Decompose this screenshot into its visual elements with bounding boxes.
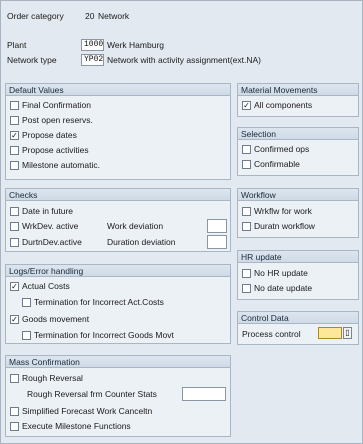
workflow-group: Workflow Wrkflw for work Duratn workflow (237, 188, 359, 238)
control-data-title: Control Data (238, 312, 358, 324)
plant-label: Plant (7, 40, 27, 50)
network-type-name: Network with activity assignment(ext.NA) (107, 55, 261, 65)
no-hr-update-checkbox[interactable] (242, 269, 251, 278)
no-hr-update-label: No HR update (254, 268, 308, 278)
wrkdev-active-label: WrkDev. active (22, 221, 79, 231)
date-in-future-checkbox[interactable] (10, 207, 19, 216)
selection-group: Selection Confirmed ops Confirmable (237, 127, 359, 176)
order-category-code: 20 (85, 11, 95, 21)
termination-goods-movt-checkbox[interactable] (22, 331, 31, 340)
propose-activities-label: Propose activities (22, 145, 89, 155)
plant-field[interactable]: 1000 (81, 39, 104, 51)
duration-deviation-field[interactable] (207, 235, 227, 249)
duratn-workflow-label: Duratn workflow (254, 221, 315, 231)
confirmed-ops-label: Confirmed ops (254, 144, 310, 154)
work-deviation-field[interactable] (207, 219, 227, 233)
network-type-label: Network type (7, 55, 57, 65)
network-type-field[interactable]: YP02 (81, 54, 104, 66)
confirmed-ops-checkbox[interactable] (242, 145, 251, 154)
actual-costs-checkbox[interactable]: ✓ (10, 282, 19, 291)
no-date-update-checkbox[interactable] (242, 284, 251, 293)
goods-movement-checkbox[interactable]: ✓ (10, 315, 19, 324)
simplified-forecast-checkbox[interactable] (10, 407, 19, 416)
termination-goods-movt-label: Termination for Incorrect Goods Movt (34, 330, 174, 340)
post-open-reservs-checkbox[interactable] (10, 116, 19, 125)
search-help-icon[interactable]: ▯ (343, 327, 352, 339)
final-confirmation-label: Final Confirmation (22, 100, 91, 110)
material-movements-title: Material Movements (238, 84, 358, 96)
execute-milestone-label: Execute Milestone Functions (22, 421, 131, 431)
rough-reversal-stats-label: Rough Reversal frm Counter Stats (27, 389, 157, 399)
date-in-future-label: Date in future (22, 206, 74, 216)
process-control-label: Process control (242, 329, 301, 339)
duration-deviation-label: Duration deviation (107, 237, 176, 247)
checks-title: Checks (6, 189, 230, 201)
mass-confirmation-title: Mass Confirmation (6, 356, 230, 368)
rough-reversal-stats-field[interactable] (182, 387, 226, 401)
simplified-forecast-label: Simplified Forecast Work Canceltn (22, 406, 153, 416)
work-deviation-label: Work deviation (107, 221, 164, 231)
durtndev-active-label: DurtnDev.active (22, 237, 82, 247)
window: Order category 20 Network Plant 1000 Wer… (0, 0, 363, 444)
all-components-label: All components (254, 100, 313, 110)
material-movements-group: Material Movements ✓ All components (237, 83, 359, 117)
default-values-group: Default Values Final Confirmation Post o… (5, 83, 231, 180)
default-values-title: Default Values (6, 84, 230, 96)
confirmable-label: Confirmable (254, 159, 300, 169)
wrkflw-for-work-checkbox[interactable] (242, 207, 251, 216)
duratn-workflow-checkbox[interactable] (242, 222, 251, 231)
final-confirmation-checkbox[interactable] (10, 101, 19, 110)
plant-name: Werk Hamburg (107, 40, 164, 50)
milestone-automatic-label: Milestone automatic. (22, 160, 100, 170)
propose-dates-label: Propose dates (22, 130, 77, 140)
propose-dates-checkbox[interactable]: ✓ (10, 131, 19, 140)
order-category-name: Network (98, 11, 130, 21)
checks-group: Checks Date in future WrkDev. active Wor… (5, 188, 231, 252)
execute-milestone-checkbox[interactable] (10, 422, 19, 431)
log-error-group: Logs/Error handling ✓ Actual Costs Termi… (5, 264, 231, 344)
process-control-field[interactable] (318, 327, 342, 339)
log-error-title: Logs/Error handling (6, 265, 230, 277)
selection-title: Selection (238, 128, 358, 140)
all-components-checkbox[interactable]: ✓ (242, 101, 251, 110)
wrkflw-for-work-label: Wrkflw for work (254, 206, 312, 216)
wrkdev-active-checkbox[interactable] (10, 222, 19, 231)
propose-activities-checkbox[interactable] (10, 146, 19, 155)
rough-reversal-checkbox[interactable] (10, 374, 19, 383)
termination-act-costs-label: Termination for Incorrect Act.Costs (34, 297, 164, 307)
post-open-reservs-label: Post open reservs. (22, 115, 93, 125)
actual-costs-label: Actual Costs (22, 281, 70, 291)
rough-reversal-label: Rough Reversal (22, 373, 83, 383)
goods-movement-label: Goods movement (22, 314, 90, 324)
mass-confirmation-group: Mass Confirmation Rough Reversal Rough R… (5, 355, 231, 437)
no-date-update-label: No date update (254, 283, 313, 293)
hr-update-group: HR update No HR update No date update (237, 250, 359, 300)
control-data-group: Control Data Process control ▯ (237, 311, 359, 345)
termination-act-costs-checkbox[interactable] (22, 298, 31, 307)
order-category-label: Order category (7, 11, 64, 21)
milestone-automatic-checkbox[interactable] (10, 161, 19, 170)
confirmable-checkbox[interactable] (242, 160, 251, 169)
hr-update-title: HR update (238, 251, 358, 263)
workflow-title: Workflow (238, 189, 358, 201)
durtndev-active-checkbox[interactable] (10, 238, 19, 247)
